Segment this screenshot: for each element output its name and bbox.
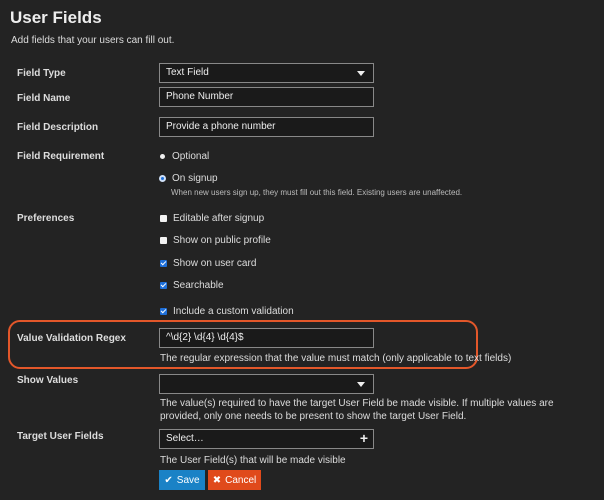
- radio-optional-label: Optional: [172, 151, 210, 162]
- checkbox-searchable[interactable]: Searchable: [160, 280, 224, 291]
- target-user-fields-help: The User Field(s) that will be made visi…: [160, 455, 346, 466]
- checkbox-label: Editable after signup: [173, 213, 265, 224]
- value-validation-regex-help: The regular expression that the value mu…: [160, 353, 512, 364]
- field-description-value: Provide a phone number: [166, 121, 276, 132]
- checkbox-editable-after-signup[interactable]: Editable after signup: [160, 213, 264, 224]
- field-requirement-label: Field Requirement: [17, 151, 105, 162]
- radio-checked-icon: [159, 175, 166, 182]
- checkbox-checked-icon: [160, 260, 167, 267]
- page-subtitle: Add fields that your users can fill out.: [11, 35, 175, 46]
- check-icon: ✔: [164, 474, 173, 486]
- preferences-label: Preferences: [17, 213, 75, 224]
- checkbox-label: Searchable: [173, 280, 224, 291]
- save-button-label: Save: [176, 474, 200, 486]
- field-requirement-help: When new users sign up, they must fill o…: [171, 188, 463, 197]
- target-user-fields-label: Target User Fields: [17, 431, 104, 442]
- caret-down-icon: [357, 71, 365, 76]
- field-description-label: Field Description: [17, 122, 99, 133]
- checkbox-label: Show on user card: [173, 258, 257, 269]
- checkbox-include-custom-validation[interactable]: Include a custom validation: [160, 306, 294, 317]
- close-icon: ✖: [212, 474, 222, 486]
- checkbox-label: Include a custom validation: [173, 306, 294, 317]
- show-values-help: The value(s) required to have the target…: [160, 398, 554, 422]
- field-name-input[interactable]: Phone Number: [159, 87, 374, 107]
- checkbox-label: Show on public profile: [173, 235, 271, 246]
- value-validation-regex-value: ^\d{2} \d{4} \d{4}$: [166, 332, 244, 343]
- target-user-fields-select[interactable]: Select… +: [159, 429, 374, 449]
- radio-icon: [160, 154, 165, 159]
- value-validation-regex-label: Value Validation Regex: [17, 333, 126, 344]
- field-type-value: Text Field: [166, 67, 209, 78]
- show-values-select[interactable]: [159, 374, 374, 394]
- field-description-input[interactable]: Provide a phone number: [159, 117, 374, 137]
- field-type-select[interactable]: Text Field: [159, 63, 374, 83]
- field-name-label: Field Name: [17, 93, 71, 104]
- checkbox-checked-icon: [160, 282, 167, 289]
- checkbox-icon: [160, 215, 167, 222]
- value-validation-regex-input[interactable]: ^\d{2} \d{4} \d{4}$: [159, 328, 374, 348]
- radio-on-signup[interactable]: On signup: [159, 173, 218, 184]
- field-name-value: Phone Number: [166, 91, 234, 102]
- checkbox-show-on-user-card[interactable]: Show on user card: [160, 258, 256, 269]
- caret-down-icon: [357, 382, 365, 387]
- field-type-label: Field Type: [17, 68, 66, 79]
- checkbox-show-on-public-profile[interactable]: Show on public profile: [160, 235, 271, 246]
- radio-optional[interactable]: Optional: [160, 151, 209, 162]
- cancel-button-label: Cancel: [225, 474, 257, 486]
- radio-on-signup-label: On signup: [172, 173, 218, 184]
- checkbox-checked-icon: [160, 308, 167, 315]
- save-button[interactable]: ✔ Save: [159, 470, 205, 490]
- plus-icon: +: [359, 430, 368, 446]
- page-title: User Fields: [10, 8, 102, 27]
- checkbox-icon: [160, 237, 167, 244]
- cancel-button[interactable]: ✖ Cancel: [208, 470, 261, 490]
- show-values-label: Show Values: [17, 375, 79, 386]
- target-user-fields-placeholder: Select…: [166, 433, 204, 444]
